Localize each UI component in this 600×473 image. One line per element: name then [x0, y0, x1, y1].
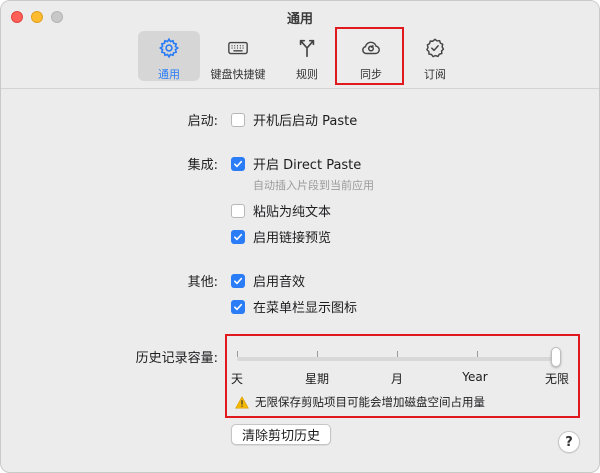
- sound-effects-option[interactable]: 启用音效: [231, 271, 305, 290]
- rules-icon: [296, 37, 318, 63]
- window-title: 通用: [286, 12, 313, 27]
- subscription-badge-icon: [424, 37, 446, 63]
- unlimited-warning-text: 无限保存剪贴项目可能会增加磁盘空间占用量: [255, 395, 485, 409]
- slider-tick: [237, 351, 238, 357]
- startup-label: 启动:: [187, 114, 218, 129]
- help-button[interactable]: ?: [558, 431, 580, 453]
- menubar-icon-label: 在菜单栏显示图标: [253, 301, 358, 316]
- tab-subscription-label: 订阅: [424, 68, 446, 81]
- tab-keyboard-shortcuts-label: 键盘快捷键: [210, 68, 266, 81]
- tick-label-week: 星期: [304, 372, 330, 386]
- preferences-toolbar: 通用 键盘快捷键 规则 同步 订阅: [138, 31, 466, 81]
- direct-paste-note: 自动插入片段到当前应用: [253, 179, 374, 192]
- gear-icon: [158, 37, 180, 63]
- paste-plain-text-option[interactable]: 粘贴为纯文本: [231, 201, 331, 220]
- checkmark-icon: [234, 277, 243, 284]
- integration-label: 集成:: [187, 158, 218, 173]
- direct-paste-checkbox[interactable]: [231, 156, 245, 171]
- slider-tick: [397, 351, 398, 357]
- menubar-icon-checkbox[interactable]: [231, 299, 245, 314]
- keyboard-icon: [227, 37, 249, 63]
- title-bar: 通用 通用 键盘快捷键 规则 同步 订阅: [1, 1, 599, 89]
- tab-rules[interactable]: 规则: [276, 31, 338, 81]
- tick-label-day: 天: [230, 372, 244, 386]
- sync-cloud-icon: [360, 37, 382, 63]
- launch-at-login-checkbox[interactable]: [231, 112, 245, 127]
- history-slider-track[interactable]: [237, 357, 557, 361]
- launch-at-login-label: 开机后启动 Paste: [253, 114, 358, 129]
- tab-subscription[interactable]: 订阅: [404, 31, 466, 81]
- clear-history-button[interactable]: 清除剪切历史: [231, 424, 332, 445]
- slider-tick: [317, 351, 318, 357]
- sound-effects-label: 启用音效: [253, 275, 306, 290]
- checkmark-icon: [234, 233, 243, 240]
- tab-general-label: 通用: [158, 68, 180, 81]
- tab-keyboard-shortcuts[interactable]: 键盘快捷键: [202, 31, 274, 81]
- history-capacity-label: 历史记录容量:: [135, 351, 218, 366]
- checkmark-icon: [234, 303, 243, 310]
- tick-label-unlimited: 无限: [544, 372, 570, 386]
- link-preview-checkbox[interactable]: [231, 229, 245, 244]
- tick-label-year: Year: [462, 370, 488, 384]
- tab-sync[interactable]: 同步: [340, 31, 402, 81]
- link-preview-option[interactable]: 启用链接预览: [231, 227, 331, 246]
- history-capacity-highlight-box: 天 星期 月 Year 无限 无限保存剪贴项目可能会增加磁盘空间占用量: [225, 334, 580, 418]
- launch-at-login-option[interactable]: 开机后启动 Paste: [231, 110, 357, 129]
- direct-paste-option[interactable]: 开启 Direct Paste: [231, 154, 361, 173]
- checkmark-icon: [234, 160, 243, 167]
- tab-general[interactable]: 通用: [138, 31, 200, 81]
- paste-plain-text-checkbox[interactable]: [231, 203, 245, 218]
- general-settings-panel: 启动: 开机后启动 Paste 集成: 开启 Direct Paste 自动插入…: [1, 90, 599, 472]
- tab-sync-label: 同步: [360, 68, 382, 81]
- direct-paste-label: 开启 Direct Paste: [253, 158, 362, 173]
- menubar-icon-option[interactable]: 在菜单栏显示图标: [231, 297, 357, 316]
- link-preview-label: 启用链接预览: [253, 231, 332, 246]
- slider-tick: [477, 351, 478, 357]
- history-slider-knob[interactable]: [551, 347, 561, 367]
- warning-icon: [235, 395, 249, 408]
- unlimited-warning: 无限保存剪贴项目可能会增加磁盘空间占用量: [235, 394, 485, 410]
- tab-rules-label: 规则: [296, 68, 318, 81]
- sound-effects-checkbox[interactable]: [231, 273, 245, 288]
- tick-label-month: 月: [390, 372, 404, 386]
- paste-plain-text-label: 粘贴为纯文本: [253, 205, 332, 220]
- other-label: 其他:: [187, 275, 218, 290]
- preferences-window: 通用 通用 键盘快捷键 规则 同步 订阅 启动: 开机后启动 Paste 集成:…: [0, 0, 600, 473]
